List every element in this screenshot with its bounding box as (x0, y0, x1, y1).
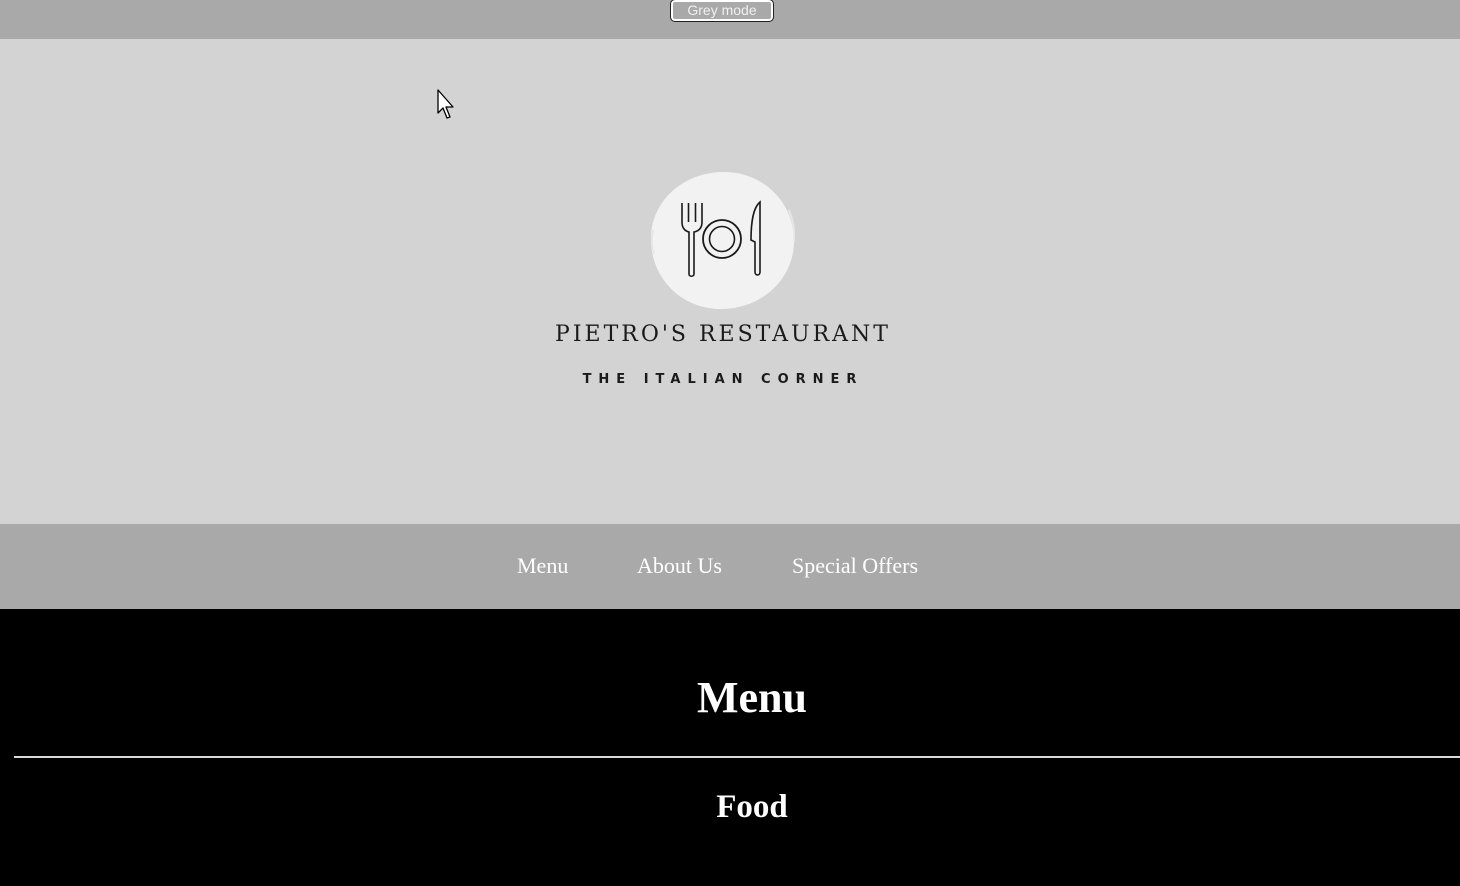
menu-section: Menu Food (0, 609, 1460, 886)
divider (14, 756, 1460, 758)
grey-mode-button[interactable]: Grey mode (670, 0, 774, 22)
main-nav: Menu About Us Special Offers (0, 524, 1460, 609)
restaurant-logo: PIETRO'S RESTAURANT THE ITALIAN CORNER (540, 164, 910, 404)
subsection-title: Food (716, 789, 788, 825)
nav-link-about-us[interactable]: About Us (637, 553, 722, 579)
top-toolbar: Grey mode (0, 0, 1460, 39)
restaurant-name: PIETRO'S RESTAURANT (555, 322, 891, 347)
nav-link-special-offers[interactable]: Special Offers (792, 553, 918, 579)
mouse-cursor-icon (437, 89, 454, 119)
nav-link-menu[interactable]: Menu (517, 553, 568, 579)
section-title: Menu (697, 673, 807, 722)
plate-fork-knife-icon (650, 171, 795, 310)
restaurant-tagline: THE ITALIAN CORNER (582, 372, 864, 387)
hero-header: PIETRO'S RESTAURANT THE ITALIAN CORNER (0, 39, 1460, 524)
